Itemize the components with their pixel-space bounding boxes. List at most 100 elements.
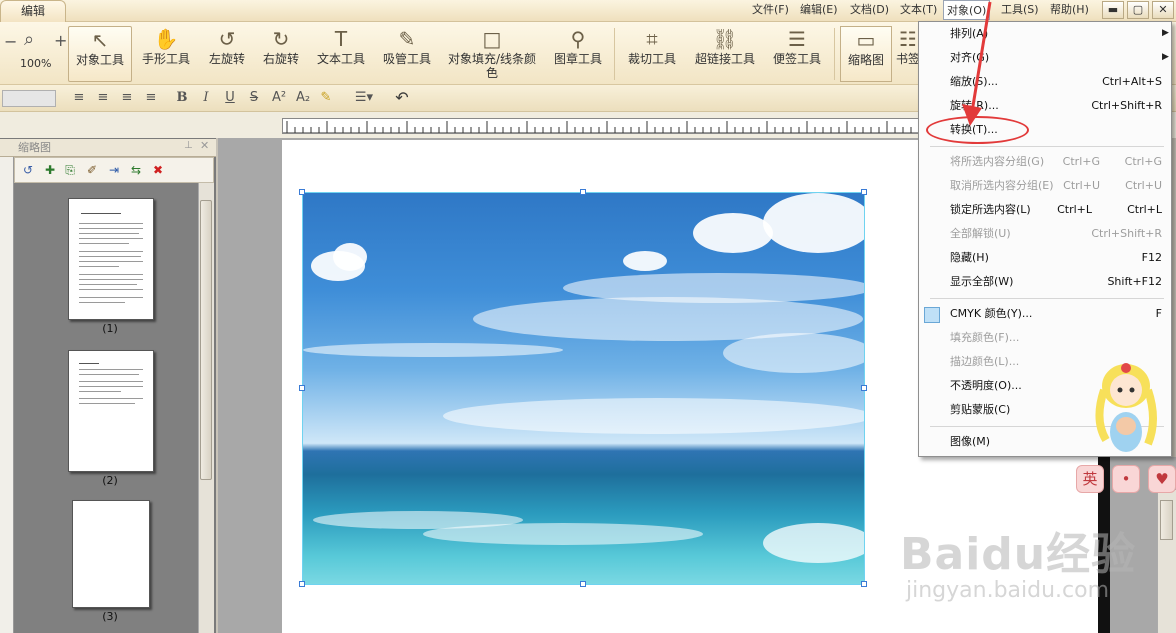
page-thumbnail-3[interactable] [72, 500, 150, 608]
document-scrollbar-thumb[interactable] [1160, 500, 1173, 540]
rotate-page-icon[interactable]: ↺ [20, 162, 36, 178]
input-method-badge[interactable]: 英 [1076, 465, 1104, 493]
menu-help[interactable]: 帮助(H) [1050, 0, 1089, 20]
shortcut-group-alt: Ctrl+G [1124, 155, 1162, 168]
wave-foam [423, 523, 703, 545]
submenu-arrow-icon: ▶ [1162, 28, 1169, 38]
shortcut-cmyk: F [1155, 307, 1162, 320]
shortcut-unlock-all: Ctrl+Shift+R [1091, 227, 1162, 240]
justify-icon[interactable]: ≡ [142, 88, 160, 108]
thumbnail-icon: ▭ [856, 28, 876, 52]
delete-page-icon[interactable]: ✖ [150, 162, 166, 178]
menu-item-hide[interactable]: 隐藏(H) [950, 248, 989, 268]
minimize-button[interactable]: ▬ [1102, 1, 1124, 19]
menu-item-group[interactable]: 将所选内容分组(G) [950, 152, 1044, 172]
watermark-sub: jingyan.baidu.com [906, 578, 1110, 603]
menu-item-ungroup[interactable]: 取消所选内容分组(E) [950, 176, 1054, 196]
menu-separator [930, 146, 1164, 147]
hand-tool-label: 手形工具 [141, 52, 190, 66]
menu-item-opacity[interactable]: 不透明度(O)... [950, 376, 1022, 396]
menu-item-image[interactable]: 图像(M) [950, 432, 990, 452]
replace-page-icon[interactable]: ⇆ [128, 162, 144, 178]
strikethrough-icon[interactable]: S [246, 88, 262, 108]
panel-close-icon[interactable]: ✕ [200, 139, 209, 152]
bold-icon[interactable]: B [174, 88, 190, 108]
resize-handle[interactable] [299, 385, 305, 391]
menu-item-lock[interactable]: 锁定所选内容(L) [950, 200, 1031, 220]
watermark-main: Baidu经验 [900, 529, 1137, 580]
undo-icon[interactable]: ↶ [392, 88, 412, 108]
emoji-badge[interactable]: • [1112, 465, 1140, 493]
mascot-character [1095, 363, 1157, 452]
superscript-icon[interactable]: A² [270, 88, 288, 108]
menu-text[interactable]: 文本(T) [900, 0, 937, 20]
zoom-in-icon[interactable]: + [54, 31, 67, 50]
note-icon: ☰ [788, 27, 806, 51]
align-left-icon[interactable]: ≡ [70, 88, 88, 108]
menu-item-show-all[interactable]: 显示全部(W) [950, 272, 1013, 292]
menu-item-clipping-mask[interactable]: 剪贴蒙版(C) [950, 400, 1010, 420]
menu-file[interactable]: 文件(F) [752, 0, 789, 20]
page-thumbnail-2[interactable] [68, 350, 154, 472]
subscript-icon[interactable]: A₂ [294, 88, 312, 108]
fill-stroke-tool-label: 对象填充/线条颜色 [447, 52, 537, 80]
menu-item-unlock-all[interactable]: 全部解锁(U) [950, 224, 1011, 244]
stamp-tool-button[interactable]: ⚲ 图章工具 [550, 26, 606, 82]
line-spacing-icon[interactable]: ☰▾ [350, 88, 378, 108]
resize-handle[interactable] [861, 189, 867, 195]
menu-edit[interactable]: 编辑(E) [800, 0, 838, 20]
font-size-select[interactable] [2, 90, 56, 107]
zoom-icon[interactable]: ⌕ [24, 29, 34, 50]
zoom-value[interactable]: 100% [20, 57, 51, 70]
resize-handle[interactable] [580, 189, 586, 195]
bookmark-toggle-button[interactable]: ☷ 书签 [896, 26, 920, 82]
resize-handle[interactable] [299, 581, 305, 587]
align-center-icon[interactable]: ≡ [94, 88, 112, 108]
shortcut-ungroup: Ctrl+U [1063, 179, 1100, 192]
export-page-icon[interactable]: ⇥ [106, 162, 122, 178]
resize-handle[interactable] [580, 581, 586, 587]
horizontal-ruler[interactable] [282, 118, 920, 134]
heart-badge[interactable]: ♥ [1148, 465, 1176, 493]
eyedropper-tool-button[interactable]: ✎ 吸管工具 [378, 26, 436, 82]
shortcut-show-all: Shift+F12 [1107, 275, 1162, 288]
thumbnail-toggle-button[interactable]: ▭ 缩略图 [840, 26, 892, 82]
resize-handle[interactable] [861, 581, 867, 587]
object-tool-button[interactable]: ↖ 对象工具 [68, 26, 132, 82]
menu-item-fill-color[interactable]: 填充颜色(F)... [950, 328, 1019, 348]
zoom-out-icon[interactable]: − [4, 32, 17, 51]
crop-tool-button[interactable]: ⌗ 裁切工具 [624, 26, 680, 82]
selected-image[interactable] [302, 192, 865, 585]
menu-item-cmyk-color[interactable]: CMYK 颜色(Y)... [950, 304, 1032, 324]
rotate-right-button[interactable]: ↻ 右旋转 [258, 26, 304, 82]
hyperlink-tool-button[interactable]: ⛓ 超链接工具 [690, 26, 760, 82]
bookmark-toggle-label: 书签 [896, 52, 920, 66]
note-tool-button[interactable]: ☰ 便签工具 [768, 26, 826, 82]
cloud-streak [443, 398, 864, 434]
menu-item-stroke-color[interactable]: 描边颜色(L)... [950, 352, 1019, 372]
rotate-left-button[interactable]: ↺ 左旋转 [204, 26, 250, 82]
maximize-button[interactable]: ▢ [1127, 1, 1149, 19]
text-tool-button[interactable]: T 文本工具 [312, 26, 370, 82]
watermark: Baidu经验 jingyan.baidu.com [900, 510, 1160, 630]
underline-icon[interactable]: U [222, 88, 238, 108]
page-thumbnail-1[interactable] [68, 198, 154, 320]
italic-icon[interactable]: I [198, 88, 214, 108]
hand-tool-button[interactable]: ✋ 手形工具 [138, 26, 194, 82]
thumbnail-scrollbar-thumb[interactable] [200, 200, 212, 480]
link-icon: ⛓ [712, 27, 738, 51]
crop-tool-label: 裁切工具 [627, 52, 676, 66]
resize-handle[interactable] [299, 189, 305, 195]
fill-stroke-tool-button[interactable]: □ 对象填充/线条颜色 [444, 26, 540, 82]
edit-page-icon[interactable]: ✐ [84, 162, 100, 178]
highlight-icon[interactable]: ✎ [316, 88, 336, 108]
add-page-icon[interactable]: ✚ [42, 162, 58, 178]
close-button[interactable]: ✕ [1152, 1, 1174, 19]
tab-edit[interactable]: 编辑 [0, 0, 66, 22]
resize-handle[interactable] [861, 385, 867, 391]
align-right-icon[interactable]: ≡ [118, 88, 136, 108]
pin-icon[interactable]: ⊥ [184, 140, 193, 151]
insert-page-icon[interactable]: ⎘ [62, 162, 78, 178]
menu-tools[interactable]: 工具(S) [1001, 0, 1039, 20]
menu-document[interactable]: 文档(D) [850, 0, 889, 20]
